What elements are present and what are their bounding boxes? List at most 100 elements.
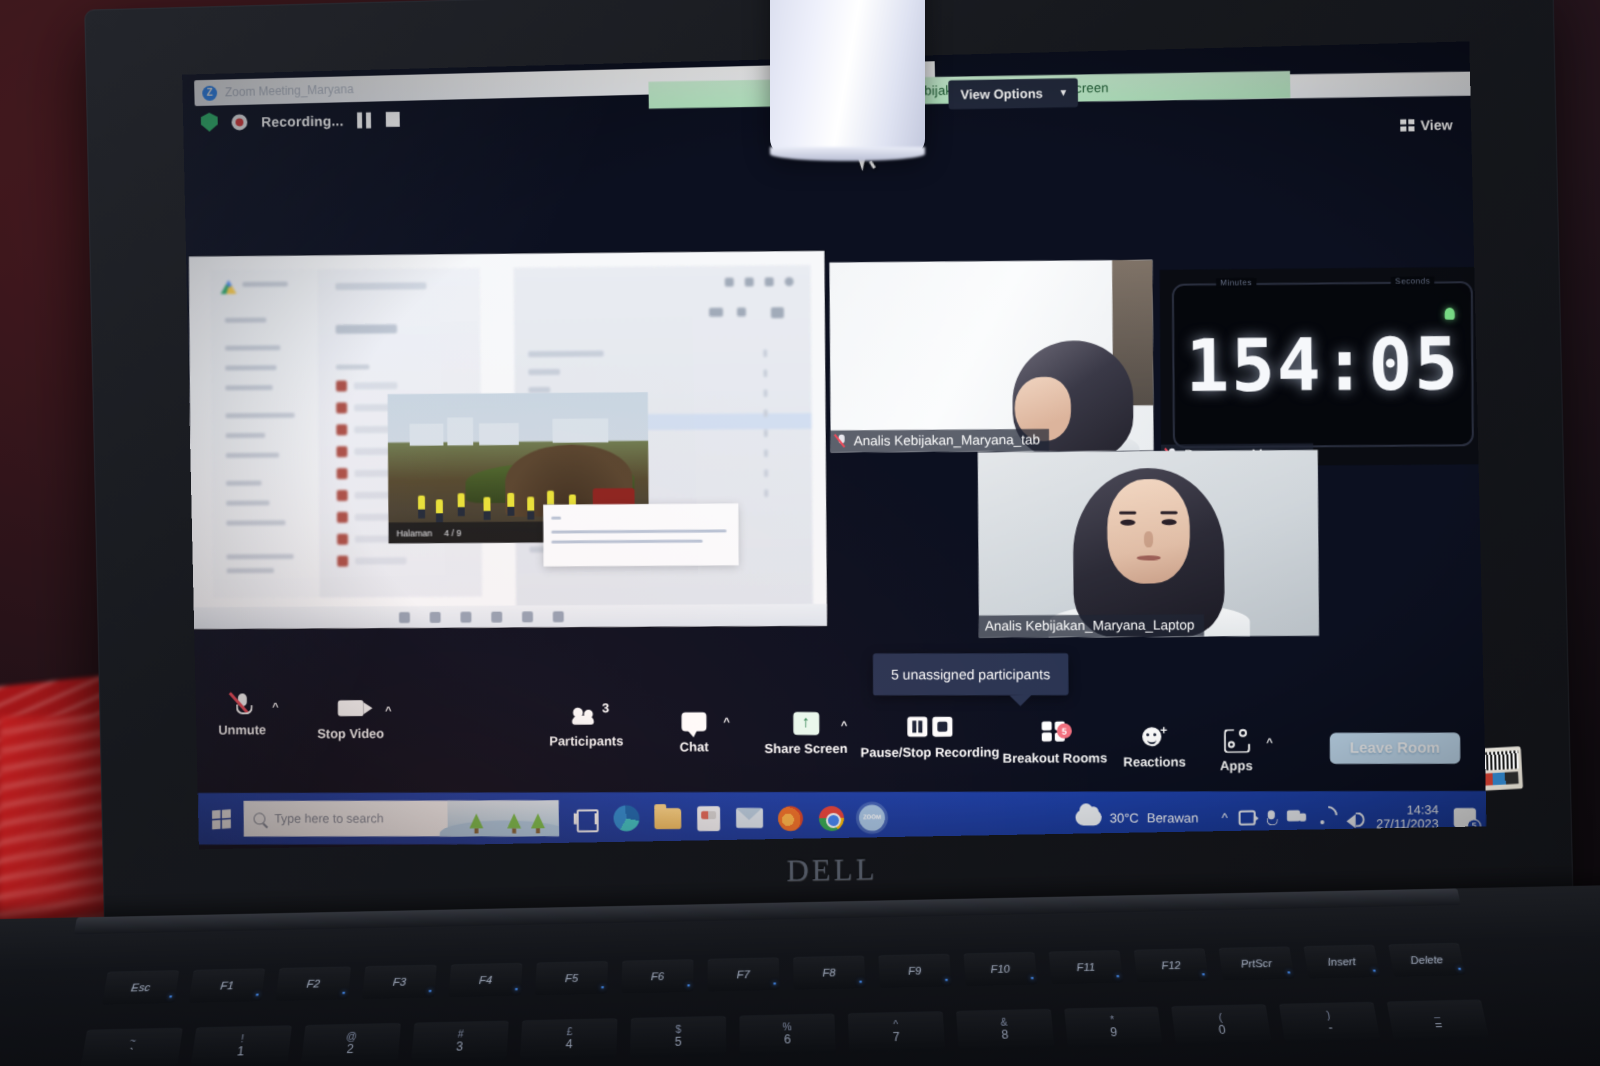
key-9[interactable]: * 9: [1063, 1006, 1164, 1049]
key-8[interactable]: & 8: [955, 1008, 1055, 1051]
reactions-smiley-icon: +: [1142, 723, 1167, 749]
key--[interactable]: ) -: [1279, 1001, 1381, 1044]
toolbar-participants-button[interactable]: 3 Participants: [549, 701, 624, 749]
view-options-button[interactable]: View Options ▾: [948, 78, 1079, 110]
key-f8[interactable]: F8 ▪: [793, 955, 866, 990]
toolbar-chat-button[interactable]: ^ Chat: [679, 708, 730, 755]
key-4[interactable]: £4: [520, 1018, 618, 1061]
security-shield-icon[interactable]: [201, 113, 218, 132]
chevron-up-icon[interactable]: ^: [385, 705, 391, 717]
key-delete[interactable]: Delete ▪: [1388, 942, 1466, 977]
key-f10[interactable]: F10 ▪: [963, 951, 1038, 987]
toolbar-share-screen-button[interactable]: ↑ ^ Share Screen: [764, 710, 848, 757]
apps-icon: ^: [1224, 727, 1273, 753]
taskbar-clock[interactable]: 14:34 27/11/2023: [1376, 803, 1439, 832]
mail-icon[interactable]: [732, 799, 766, 837]
key-f11[interactable]: F11 ▪: [1048, 950, 1124, 985]
toolbar-participants-label: Participants: [549, 733, 624, 749]
chevron-down-icon: ▾: [1060, 87, 1067, 99]
key-fn-glyph-icon: ▪: [427, 985, 432, 996]
chevron-up-icon[interactable]: ^: [1222, 810, 1228, 825]
wifi-icon[interactable]: [1318, 810, 1336, 824]
chrome-icon[interactable]: [814, 799, 848, 837]
pause-stop-icon: [907, 714, 953, 740]
photo-scene: DELL Z Zoom Meeting_Maryana You are view…: [0, 0, 1600, 1066]
key-2[interactable]: @2: [300, 1022, 401, 1066]
key-fn-glyph-icon: ▪: [254, 989, 260, 1000]
key-f4[interactable]: F4 ▪: [448, 962, 523, 998]
participant-tile-speaker[interactable]: Analis Kebijakan_Maryana_tab: [829, 259, 1154, 453]
chevron-up-icon[interactable]: ^: [723, 716, 729, 728]
key-fn-glyph-icon: ▪: [1029, 973, 1035, 983]
toolbar-reactions-button[interactable]: + Reactions: [1123, 723, 1186, 769]
edge-browser-icon[interactable]: [609, 799, 643, 837]
toolbar-stop-video-button[interactable]: ^ Stop Video: [317, 695, 392, 741]
shared-screen-content[interactable]: Halaman 4 / 9: [188, 250, 828, 630]
microsoft-store-icon[interactable]: [691, 799, 725, 837]
task-view-icon[interactable]: [569, 799, 603, 837]
notification-center-icon[interactable]: 5: [1453, 807, 1482, 833]
key-label: -: [1327, 1020, 1334, 1035]
key-label: 1: [236, 1044, 245, 1059]
key-f1[interactable]: F1 ▪: [188, 968, 266, 1003]
key-f9[interactable]: F9 ▪: [878, 953, 952, 988]
leave-room-button[interactable]: Leave Room: [1329, 732, 1461, 764]
view-button-label: View: [1420, 116, 1453, 134]
key-0[interactable]: (0: [1171, 1004, 1272, 1046]
grid-layout-icon: [1400, 118, 1415, 132]
key-f12[interactable]: F12 ▪: [1133, 948, 1209, 983]
volume-icon[interactable]: [1347, 810, 1365, 825]
key-7[interactable]: ^ 7: [847, 1011, 945, 1054]
windows-search-input[interactable]: Type here to search: [243, 800, 559, 837]
toolbar-unmute-button[interactable]: ^ Unmute: [218, 692, 279, 737]
windows-start-button[interactable]: [198, 793, 244, 845]
toolbar-breakout-rooms-button[interactable]: 5 Breakout Rooms: [1003, 719, 1107, 766]
chevron-up-icon[interactable]: ^: [841, 720, 848, 732]
stop-icon[interactable]: [386, 111, 401, 127]
key-f6[interactable]: F6 ▪: [621, 959, 694, 994]
search-decoration: [439, 800, 559, 837]
camera-icon[interactable]: [1238, 809, 1257, 825]
file-explorer-icon[interactable]: [650, 799, 684, 837]
key-f3[interactable]: F3 ▪: [361, 964, 437, 1000]
key-label: 8: [1001, 1028, 1010, 1043]
key-insert[interactable]: Insert ▪: [1303, 944, 1381, 979]
chevron-up-icon[interactable]: ^: [1266, 737, 1273, 749]
breakout-rooms-badge: 5: [1056, 723, 1072, 739]
key-3[interactable]: #3: [410, 1020, 510, 1063]
key-5[interactable]: $5: [630, 1015, 727, 1058]
chevron-up-icon[interactable]: ^: [272, 701, 278, 713]
screen-share-icon[interactable]: [1287, 810, 1306, 824]
firefox-icon[interactable]: [773, 799, 807, 837]
view-button[interactable]: View: [1400, 116, 1453, 134]
participant-tile-self[interactable]: Analis Kebijakan_Maryana_Laptop: [977, 449, 1320, 638]
microphone-icon[interactable]: [1267, 810, 1276, 825]
zoom-app-icon[interactable]: [855, 799, 889, 837]
key-=[interactable]: _ =: [1386, 999, 1490, 1042]
recording-status-label: Recording...: [261, 112, 344, 130]
record-dot-icon: [231, 113, 248, 130]
key-f7[interactable]: F7 ▪: [707, 957, 780, 992]
weather-condition: Berawan: [1146, 809, 1199, 826]
participant-tile-clock[interactable]: Minutes Seconds 154:05 Pengawas Maryana: [1159, 267, 1483, 467]
key-fn-glyph-icon: ▪: [1456, 963, 1463, 974]
windows-start-icon: [211, 808, 231, 829]
key-`[interactable]: ~ `: [79, 1027, 183, 1066]
key-1[interactable]: ! 1: [190, 1025, 292, 1066]
key-f5[interactable]: F5 ▪: [534, 960, 608, 996]
toolbar-apps-label: Apps: [1219, 758, 1253, 774]
participant-name: Analis Kebijakan_Maryana_Laptop: [984, 617, 1195, 634]
toolbar-recording-button[interactable]: Pause/Stop Recording: [860, 714, 999, 760]
key-f2[interactable]: F2 ▪: [275, 966, 352, 1002]
pause-icon[interactable]: [357, 111, 373, 128]
key-fn-glyph-icon: ▪: [514, 984, 519, 994]
toolbar-apps-button[interactable]: ^ Apps: [1219, 727, 1273, 774]
toolbar-share-screen-label: Share Screen: [764, 740, 848, 757]
toolbar-chat-label: Chat: [679, 739, 709, 755]
key-6[interactable]: % 6: [739, 1013, 836, 1056]
key-esc[interactable]: Esc ▪: [101, 970, 180, 1005]
zoom-application-window: Z Zoom Meeting_Maryana You are viewing A…: [182, 41, 1487, 850]
key-prtscr[interactable]: PrtScr ▪: [1218, 946, 1295, 981]
taskbar-weather-widget[interactable]: 30°C Berawan: [1075, 809, 1199, 826]
search-icon: [253, 812, 266, 825]
